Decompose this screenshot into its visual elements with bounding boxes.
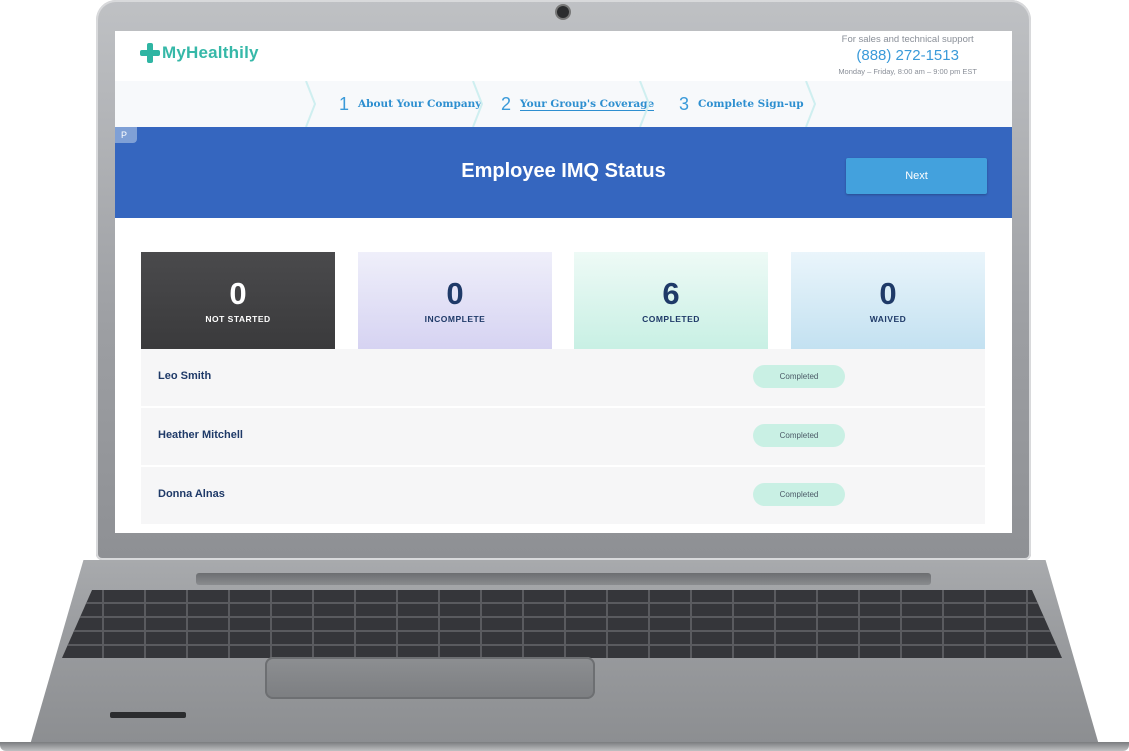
step-label: About Your Company <box>358 98 482 110</box>
step-separator-icon <box>805 81 817 127</box>
page-header: P Employee IMQ Status Next <box>115 127 1012 218</box>
step-separator-icon <box>472 81 484 127</box>
top-bar: MyHealthily For sales and technical supp… <box>115 31 1012 81</box>
step-number: 3 <box>679 93 690 114</box>
employee-name: Leo Smith <box>158 370 212 382</box>
summary-count: 0 <box>229 276 247 311</box>
next-button[interactable]: Next <box>846 158 987 194</box>
step-number: 1 <box>339 93 350 114</box>
status-badge: Completed <box>753 483 845 506</box>
side-tab[interactable]: P <box>115 127 137 143</box>
summary-card-not-started[interactable]: 0 NOT STARTED <box>141 252 335 349</box>
step-label: Complete Sign-up <box>698 98 804 110</box>
summary-label: WAIVED <box>869 314 907 324</box>
laptop-hinge <box>196 573 931 585</box>
summary-label: NOT STARTED <box>205 314 271 324</box>
laptop-front-edge <box>0 742 1129 751</box>
step-label: Your Group's Coverage <box>520 97 655 111</box>
step-complete-signup[interactable]: 3 Complete Sign-up <box>679 81 804 127</box>
status-badge: Completed <box>753 424 845 447</box>
employee-name: Heather Mitchell <box>158 429 243 441</box>
brand-name: MyHealthily <box>162 43 259 62</box>
summary-label: COMPLETED <box>642 314 700 324</box>
step-separator-icon <box>639 81 651 127</box>
support-hours: Monday – Friday, 8:00 am – 9:00 pm EST <box>838 67 977 76</box>
support-info: For sales and technical support (888) 27… <box>838 34 977 76</box>
summary-card-waived[interactable]: 0 WAIVED <box>791 252 985 349</box>
support-label: For sales and technical support <box>841 34 974 45</box>
table-row[interactable]: Donna Alnas Completed <box>141 467 985 526</box>
support-phone[interactable]: (888) 272-1513 <box>838 47 977 64</box>
laptop-port <box>110 712 186 718</box>
step-number: 2 <box>501 93 512 114</box>
step-group-coverage[interactable]: 2 Your Group's Coverage <box>501 81 655 127</box>
table-row[interactable]: Leo Smith Completed <box>141 349 985 408</box>
summary-label: INCOMPLETE <box>424 314 486 324</box>
screen: MyHealthily For sales and technical supp… <box>115 31 1012 533</box>
table-row[interactable]: Heather Mitchell Completed <box>141 408 985 467</box>
brand-logo[interactable]: MyHealthily <box>140 43 259 63</box>
webcam-icon <box>557 6 569 18</box>
medical-cross-icon <box>140 43 160 63</box>
summary-card-completed[interactable]: 6 COMPLETED <box>574 252 768 349</box>
laptop-trackpad <box>265 657 595 699</box>
summary-count: 0 <box>446 276 464 311</box>
step-about-company[interactable]: 1 About Your Company <box>339 81 481 127</box>
summary-count: 6 <box>662 276 680 311</box>
summary-count: 0 <box>879 276 897 311</box>
progress-steps: 1 About Your Company 2 Your Group's Cove… <box>115 81 1012 128</box>
employee-name: Donna Alnas <box>158 488 225 500</box>
status-badge: Completed <box>753 365 845 388</box>
laptop-keyboard <box>62 590 1062 658</box>
step-separator-icon <box>305 81 317 127</box>
summary-card-incomplete[interactable]: 0 INCOMPLETE <box>358 252 552 349</box>
